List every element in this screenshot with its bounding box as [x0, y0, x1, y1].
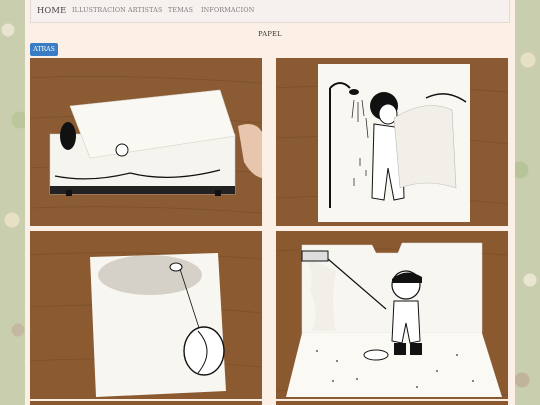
nav-informacion-link[interactable]: INFORMACION: [201, 7, 254, 14]
gallery-image-shower[interactable]: [276, 58, 508, 226]
nav-illustracion-link[interactable]: ILLUSTRACION: [72, 7, 126, 14]
page-container: HOME ILLUSTRACION ARTISTAS TEMAS INFORMA…: [25, 0, 515, 405]
gallery-image-painter[interactable]: [276, 231, 508, 399]
nav-artistas-link[interactable]: ARTISTAS: [128, 7, 163, 14]
gallery-image-tissue-box[interactable]: [30, 58, 262, 226]
tissue-box-illustration: [30, 58, 262, 226]
nav-temas-link[interactable]: TEMAS: [168, 7, 193, 14]
nav-home-link[interactable]: HOME: [37, 5, 66, 15]
painter-illustration: [276, 231, 508, 399]
page-title: PAPEL: [258, 30, 282, 38]
gallery-image-yoyo[interactable]: [30, 231, 262, 399]
shower-illustration: [276, 58, 508, 226]
yoyo-illustration: [30, 231, 262, 399]
gallery-image-partial-right[interactable]: [276, 401, 508, 405]
top-navbar: HOME ILLUSTRACION ARTISTAS TEMAS INFORMA…: [30, 0, 510, 23]
gallery-image-partial-left[interactable]: [30, 401, 262, 405]
back-button[interactable]: ATRAS: [30, 43, 58, 56]
